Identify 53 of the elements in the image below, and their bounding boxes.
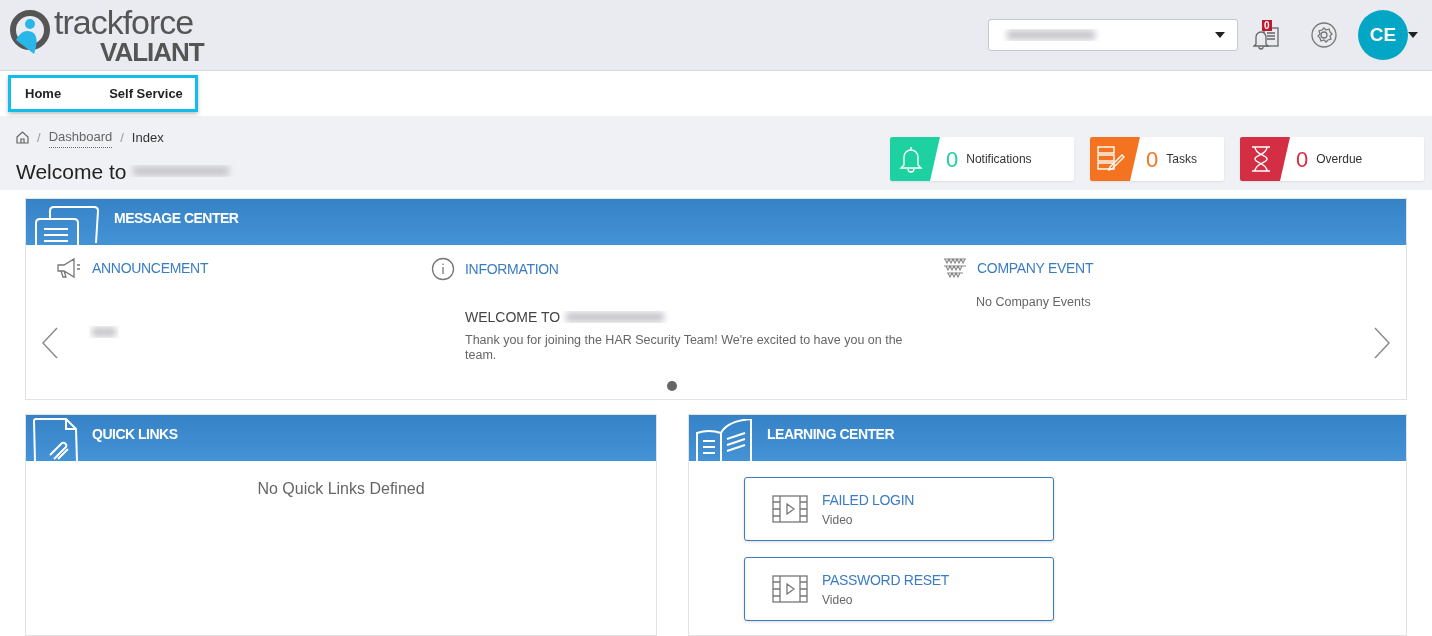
nav-tab[interactable]: Self Service — [109, 84, 183, 104]
panel-title: MESSAGE CENTER — [114, 209, 239, 228]
stat-count: 0 — [1146, 145, 1159, 174]
video-type: Video — [822, 511, 854, 529]
bunting-icon — [943, 257, 967, 279]
message-title: WELCOME TO — [465, 307, 561, 327]
stat-label: Tasks — [1166, 151, 1197, 168]
stat-label: Notifications — [966, 151, 1032, 168]
video-title: PASSWORD RESET — [822, 570, 949, 590]
breadcrumb-current: Index — [131, 128, 164, 147]
stat-card[interactable]: 0 Notifications — [890, 137, 1074, 181]
avatar: CE — [1358, 10, 1408, 60]
video-card[interactable]: FAILED LOGIN Video — [744, 477, 1054, 541]
column-heading: ANNOUNCEMENT — [92, 258, 209, 278]
page-title: Welcome to — [16, 158, 127, 185]
breadcrumb-separator: / — [37, 128, 41, 147]
empty-quick-links-text: No Quick Links Defined — [256, 479, 426, 499]
film-play-icon — [772, 575, 808, 603]
caret-icon — [1408, 32, 1418, 38]
notification-badge: 0 — [1262, 20, 1272, 31]
logo-subtitle: VALIANT — [100, 39, 204, 65]
stat-label: Overdue — [1316, 151, 1363, 168]
book-icon — [695, 419, 755, 461]
bell-icon — [898, 145, 924, 173]
stat-count: 0 — [946, 145, 959, 174]
chat-bubbles-icon — [32, 205, 102, 245]
breadcrumb-separator: / — [120, 128, 124, 147]
film-play-icon — [772, 495, 808, 523]
breadcrumb-link[interactable]: Dashboard — [48, 127, 113, 148]
notifications-button[interactable]: 0 — [1252, 18, 1282, 52]
settings-icon — [1310, 21, 1338, 49]
hourglass-icon — [1250, 145, 1272, 173]
checklist-icon — [1096, 145, 1126, 173]
video-card[interactable]: PASSWORD RESET Video — [744, 557, 1054, 621]
stat-count: 0 — [1296, 145, 1309, 174]
video-title: FAILED LOGIN — [822, 490, 915, 510]
message-body: Thank you for joining the HAR Security Team! We're excited to have you on the team. — [465, 333, 904, 363]
nav-tab[interactable]: Home — [25, 84, 62, 104]
stat-card[interactable]: 0 Overdue — [1240, 137, 1424, 181]
empty-events-text: No Company Events — [976, 294, 1091, 311]
document-clip-icon — [32, 417, 80, 461]
caret-icon — [1215, 32, 1225, 38]
logo-wordmark: trackforce — [54, 5, 195, 39]
settings-button[interactable] — [1310, 21, 1338, 49]
panel-title: QUICK LINKS — [92, 425, 178, 444]
video-type: Video — [822, 591, 854, 609]
megaphone-icon — [56, 257, 82, 279]
panel-title: LEARNING CENTER — [767, 425, 895, 444]
info-icon — [431, 257, 455, 281]
column-heading: INFORMATION — [465, 259, 559, 279]
column-heading: COMPANY EVENT — [977, 258, 1094, 278]
stat-card[interactable]: 0 Tasks — [1090, 137, 1224, 181]
home-icon — [16, 130, 29, 144]
